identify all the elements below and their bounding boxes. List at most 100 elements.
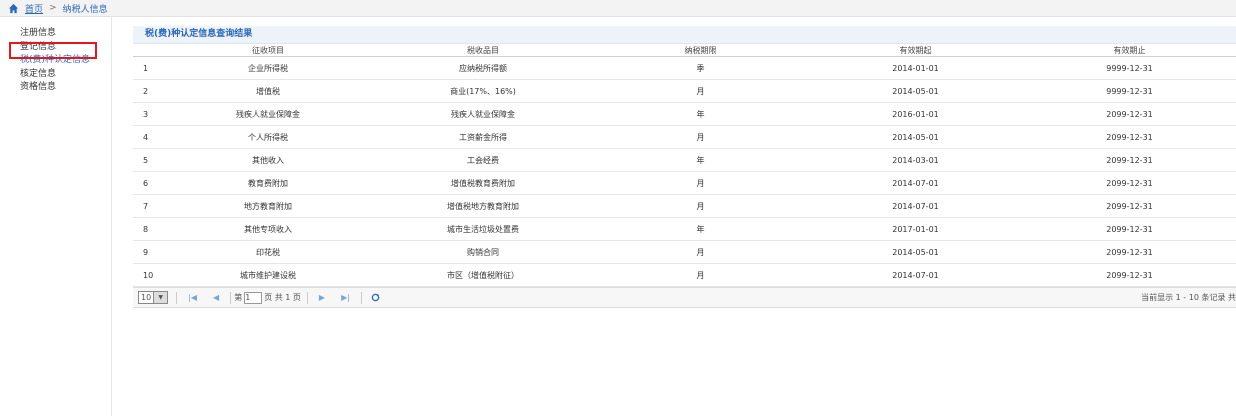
valid-to-cell: 2099-12-31 <box>1023 263 1236 287</box>
valid-from-cell: 2014-05-01 <box>808 125 1023 149</box>
page-size-value: 10 <box>141 293 152 302</box>
last-page-icon[interactable]: ▶| <box>341 293 350 302</box>
result-panel: 税(费)种认定信息查询结果 征收项目 税收品目 纳税期限 有效期起 有效期止 1… <box>133 26 1236 318</box>
levy-item-cell: 残疾人就业保障金 <box>163 102 373 126</box>
period-cell: 年 <box>593 217 808 241</box>
page-prefix: 第 <box>234 293 243 302</box>
sidebar-item-enrollment[interactable]: 登记信息 <box>20 41 111 55</box>
tax-item-cell: 残疾人就业保障金 <box>373 102 593 126</box>
levy-item-cell: 城市维护建设税 <box>163 263 373 287</box>
column-header-period[interactable]: 纳税期限 <box>593 44 808 57</box>
table-row[interactable]: 5 其他收入 工会经费年 2014-03-01 2099-12-31 <box>133 148 1236 172</box>
tax-item-cell: 城市生活垃圾处置费 <box>373 217 593 241</box>
table-row[interactable]: 3 残疾人就业保障金 残疾人就业保障金年 2016-01-01 2099-12-31 <box>133 102 1236 126</box>
table-row[interactable]: 10 城市维护建设税 市区（增值税附征）月 2014-07-01 2099-12-31 <box>133 263 1236 287</box>
period-cell: 月 <box>593 263 808 287</box>
home-icon[interactable] <box>8 3 19 14</box>
prev-page-icon[interactable]: ◀ <box>213 293 219 302</box>
tax-item-cell: 购销合同 <box>373 240 593 264</box>
valid-from-cell: 2014-05-01 <box>808 79 1023 103</box>
pager-divider <box>230 291 232 304</box>
column-header-index <box>133 44 163 57</box>
valid-to-cell: 2099-12-31 <box>1023 125 1236 149</box>
valid-from-cell: 2014-07-01 <box>808 171 1023 195</box>
period-cell: 年 <box>593 102 808 126</box>
period-cell: 月 <box>593 125 808 149</box>
levy-item-cell: 其他收入 <box>163 148 373 172</box>
table-row[interactable]: 6 教育费附加 增值税教育费附加月 2014-07-01 2099-12-31 <box>133 171 1236 195</box>
period-cell: 年 <box>593 148 808 172</box>
sidebar-item-qualification[interactable]: 资格信息 <box>20 81 111 95</box>
panel-title: 税(费)种认定信息查询结果 <box>133 26 1236 44</box>
pager-divider <box>360 291 362 304</box>
chevron-down-icon[interactable]: ▼ <box>153 292 168 303</box>
breadcrumb-home-link[interactable]: 首页 <box>25 2 43 15</box>
levy-item-cell: 增值税 <box>163 79 373 103</box>
valid-from-cell: 2014-05-01 <box>808 240 1023 264</box>
valid-to-cell: 2099-12-31 <box>1023 102 1236 126</box>
levy-item-cell: 其他专项收入 <box>163 217 373 241</box>
period-cell: 月 <box>593 171 808 195</box>
row-index: 10 <box>133 263 163 287</box>
valid-to-cell: 2099-12-31 <box>1023 171 1236 195</box>
valid-from-cell: 2014-07-01 <box>808 194 1023 218</box>
pager-divider <box>176 291 178 304</box>
row-index: 4 <box>133 125 163 149</box>
period-cell: 月 <box>593 194 808 218</box>
column-header-levy-item[interactable]: 征收项目 <box>163 44 373 57</box>
tax-item-cell: 应纳税所得额 <box>373 56 593 80</box>
page-total-text: 页 共 1 页 <box>264 293 301 302</box>
column-header-tax-item[interactable]: 税收品目 <box>373 44 593 57</box>
row-index: 9 <box>133 240 163 264</box>
tax-item-cell: 市区（增值税附征） <box>373 263 593 287</box>
first-page-icon[interactable]: |◀ <box>188 293 197 302</box>
breadcrumb: 首页 > 纳税人信息 <box>0 0 1236 17</box>
valid-to-cell: 2099-12-31 <box>1023 148 1236 172</box>
valid-to-cell: 2099-12-31 <box>1023 194 1236 218</box>
tax-item-cell: 商业(17%、16%) <box>373 79 593 103</box>
valid-to-cell: 9999-12-31 <box>1023 79 1236 103</box>
refresh-icon[interactable] <box>371 293 380 302</box>
row-index: 8 <box>133 217 163 241</box>
row-index: 6 <box>133 171 163 195</box>
table-row[interactable]: 9 印花税 购销合同月 2014-05-01 2099-12-31 <box>133 240 1236 264</box>
page-size-select[interactable]: 10 ▼ <box>138 291 169 304</box>
table-row[interactable]: 1 企业所得税 应纳税所得额季 2014-01-01 9999-12-31 <box>133 56 1236 80</box>
sidebar-item-tax-type-identification[interactable]: 税(费)种认定信息 <box>20 54 111 68</box>
valid-from-cell: 2016-01-01 <box>808 102 1023 126</box>
table-row[interactable]: 7 地方教育附加 增值税地方教育附加月 2014-07-01 2099-12-31 <box>133 194 1236 218</box>
column-header-valid-from[interactable]: 有效期起 <box>808 44 1023 57</box>
levy-item-cell: 企业所得税 <box>163 56 373 80</box>
period-cell: 月 <box>593 79 808 103</box>
levy-item-cell: 地方教育附加 <box>163 194 373 218</box>
sidebar-item-registration[interactable]: 注册信息 <box>20 27 111 41</box>
valid-from-cell: 2017-01-01 <box>808 217 1023 241</box>
breadcrumb-current: 纳税人信息 <box>62 4 108 15</box>
table-row[interactable]: 8 其他专项收入 城市生活垃圾处置费年 2017-01-01 2099-12-31 <box>133 217 1236 241</box>
sidebar-item-assessment[interactable]: 核定信息 <box>20 68 111 82</box>
row-index: 1 <box>133 56 163 80</box>
pager: 10 ▼ |◀ ◀ 第 1 页 共 1 页 ▶ ▶| 当前显示 1 - 10 条… <box>133 287 1236 308</box>
period-cell: 月 <box>593 240 808 264</box>
row-index: 3 <box>133 102 163 126</box>
result-table: 征收项目 税收品目 纳税期限 有效期起 有效期止 1 企业所得税 应纳税所得额季 20… <box>133 44 1236 287</box>
page-number-input[interactable]: 1 <box>244 291 263 304</box>
table-row[interactable]: 2 增值税 商业(17%、16%) 月 2014-05-01 9999-12-31 <box>133 79 1236 103</box>
valid-from-cell: 2014-03-01 <box>808 148 1023 172</box>
table-row[interactable]: 4 个人所得税 工资薪金所得月 2014-05-01 2099-12-31 <box>133 125 1236 149</box>
tax-item-cell: 工资薪金所得 <box>373 125 593 149</box>
pager-record-info: 当前显示 1 - 10 条记录 共 <box>1141 293 1236 302</box>
valid-from-cell: 2014-07-01 <box>808 263 1023 287</box>
tax-item-cell: 工会经费 <box>373 148 593 172</box>
row-index: 2 <box>133 79 163 103</box>
next-page-icon[interactable]: ▶ <box>319 293 325 302</box>
breadcrumb-separator: > <box>49 3 57 13</box>
valid-to-cell: 2099-12-31 <box>1023 240 1236 264</box>
valid-from-cell: 2014-01-01 <box>808 56 1023 80</box>
tax-item-cell: 增值税教育费附加 <box>373 171 593 195</box>
valid-to-cell: 9999-12-31 <box>1023 56 1236 80</box>
column-header-valid-to[interactable]: 有效期止 <box>1023 44 1236 57</box>
pager-divider <box>306 291 308 304</box>
levy-item-cell: 印花税 <box>163 240 373 264</box>
table-header-row: 征收项目 税收品目 纳税期限 有效期起 有效期止 <box>133 44 1236 57</box>
